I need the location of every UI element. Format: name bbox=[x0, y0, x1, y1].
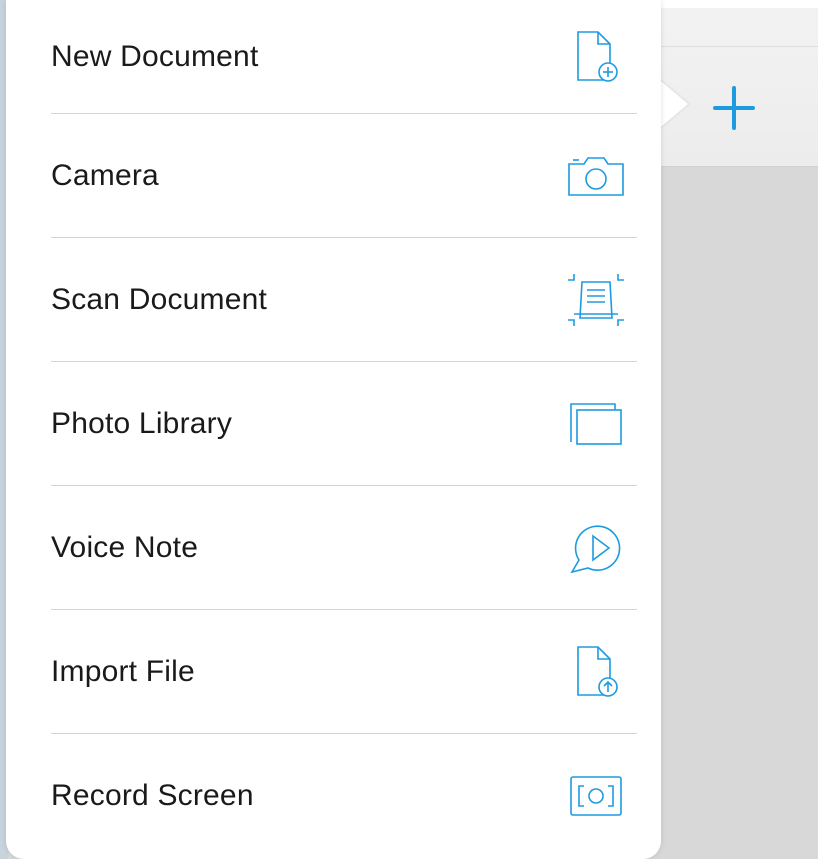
menu-item-import-file[interactable]: Import File bbox=[6, 610, 661, 734]
add-button[interactable] bbox=[706, 80, 762, 136]
menu-item-label: Record Screen bbox=[51, 779, 254, 812]
add-menu-popover: New Document Camera Scan Document Photo … bbox=[6, 0, 661, 859]
scan-document-icon bbox=[564, 268, 628, 332]
menu-item-label: Voice Note bbox=[51, 531, 199, 564]
photo-library-icon bbox=[564, 392, 628, 456]
menu-item-label: New Document bbox=[51, 40, 259, 73]
plus-icon bbox=[713, 86, 755, 130]
menu-item-photo-library[interactable]: Photo Library bbox=[6, 362, 661, 486]
voice-note-icon bbox=[564, 516, 628, 580]
menu-item-camera[interactable]: Camera bbox=[6, 114, 661, 238]
menu-item-record-screen[interactable]: Record Screen bbox=[6, 734, 661, 858]
menu-item-label: Scan Document bbox=[51, 283, 268, 316]
new-document-icon bbox=[564, 25, 628, 89]
record-screen-icon bbox=[564, 764, 628, 828]
add-menu: New Document Camera Scan Document Photo … bbox=[6, 0, 661, 858]
import-file-icon bbox=[564, 640, 628, 704]
menu-item-new-document[interactable]: New Document bbox=[6, 0, 661, 114]
menu-item-voice-note[interactable]: Voice Note bbox=[6, 486, 661, 610]
camera-icon bbox=[564, 144, 628, 208]
menu-item-label: Camera bbox=[51, 159, 159, 192]
menu-item-label: Import File bbox=[51, 655, 195, 688]
menu-item-scan-document[interactable]: Scan Document bbox=[6, 238, 661, 362]
menu-item-label: Photo Library bbox=[51, 407, 233, 440]
